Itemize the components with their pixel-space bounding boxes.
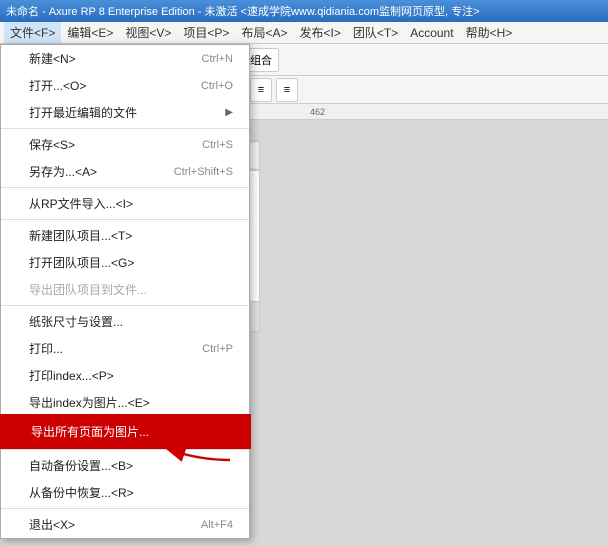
sep-4 (1, 305, 249, 306)
menu-page-size[interactable]: 纸张尺寸与设置... (1, 308, 249, 335)
menu-export-team-label: 导出团队项目到文件... (29, 281, 147, 298)
menu-export-index[interactable]: 导出index为图片...<E> (1, 389, 249, 416)
menu-print-shortcut: Ctrl+P (202, 343, 233, 355)
sep-1 (1, 128, 249, 129)
group-label: 组合 (250, 52, 272, 68)
menu-new-team[interactable]: 新建团队项目...<T> (1, 222, 249, 249)
menu-print-index[interactable]: 打印index...<P> (1, 362, 249, 389)
menu-open-shortcut: Ctrl+O (201, 80, 233, 92)
menu-exit-shortcut: Alt+F4 (201, 519, 233, 531)
menu-print-label: 打印... (29, 340, 63, 357)
menu-save-as[interactable]: 另存为...<A> Ctrl+Shift+S (1, 158, 249, 185)
menu-new[interactable]: 新建<N> Ctrl+N (1, 45, 249, 72)
menu-team[interactable]: 团队<T> (347, 22, 404, 43)
menu-project[interactable]: 项目<P> (177, 22, 235, 43)
menu-print-index-label: 打印index...<P> (29, 367, 114, 384)
menu-restore-backup[interactable]: 从备份中恢复...<R> (1, 479, 249, 506)
menu-exit-label: 退出<X> (29, 516, 75, 533)
menu-exit[interactable]: 退出<X> Alt+F4 (1, 511, 249, 538)
menu-save-as-label: 另存为...<A> (29, 163, 97, 180)
menu-export-index-label: 导出index为图片...<E> (29, 394, 150, 411)
sep-3 (1, 219, 249, 220)
title-text: 未命名 - Axure RP 8 Enterprise Edition - 未激… (6, 3, 480, 19)
ruler-mark-462: 462 (310, 107, 325, 117)
menu-new-shortcut: Ctrl+N (202, 53, 233, 65)
menu-export-all-label: 导出所有页面为图片... (31, 423, 149, 440)
sep-5 (1, 449, 249, 450)
menu-open-team[interactable]: 打开团队项目...<G> (1, 249, 249, 276)
menu-export-all[interactable]: 导出所有页面为图片... (1, 416, 249, 447)
menu-import[interactable]: 从RP文件导入...<I> (1, 190, 249, 217)
title-bar: 未命名 - Axure RP 8 Enterprise Edition - 未激… (0, 0, 608, 22)
menu-new-team-label: 新建团队项目...<T> (29, 227, 132, 244)
menu-page-size-label: 纸张尺寸与设置... (29, 313, 123, 330)
menu-import-label: 从RP文件导入...<I> (29, 195, 133, 212)
menu-help[interactable]: 帮助<H> (460, 22, 519, 43)
arrow-right-icon: ▶ (225, 107, 233, 118)
menu-file[interactable]: 文件<F> (4, 22, 61, 43)
menu-open-team-label: 打开团队项目...<G> (29, 254, 134, 271)
menu-restore-backup-label: 从备份中恢复...<R> (29, 484, 134, 501)
menu-print[interactable]: 打印... Ctrl+P (1, 335, 249, 362)
menu-bar: 文件<F> 编辑<E> 视图<V> 项目<P> 布局<A> 发布<I> 团队<T… (0, 22, 608, 44)
menu-save[interactable]: 保存<S> Ctrl+S (1, 131, 249, 158)
menu-open-recent[interactable]: 打开最近编辑的文件 ▶ (1, 99, 249, 126)
align-center-button[interactable]: ≡ (250, 78, 272, 102)
menu-save-label: 保存<S> (29, 136, 75, 153)
file-menu-dropdown: 新建<N> Ctrl+N 打开...<O> Ctrl+O 打开最近编辑的文件 ▶… (0, 44, 250, 539)
menu-save-as-shortcut: Ctrl+Shift+S (174, 166, 233, 178)
menu-auto-backup[interactable]: 自动备份设置...<B> (1, 452, 249, 479)
menu-publish[interactable]: 发布<I> (293, 22, 346, 43)
menu-account[interactable]: Account (404, 24, 459, 42)
menu-save-shortcut: Ctrl+S (202, 139, 233, 151)
menu-edit[interactable]: 编辑<E> (61, 22, 119, 43)
sep-6 (1, 508, 249, 509)
align-right-button[interactable]: ≡ (276, 78, 298, 102)
menu-auto-backup-label: 自动备份设置...<B> (29, 457, 133, 474)
menu-open-recent-label: 打开最近编辑的文件 (29, 104, 137, 121)
sep-2 (1, 187, 249, 188)
menu-layout[interactable]: 布局<A> (235, 22, 293, 43)
menu-view[interactable]: 视图<V> (119, 22, 177, 43)
menu-export-team: 导出团队项目到文件... (1, 276, 249, 303)
menu-new-label: 新建<N> (29, 50, 76, 67)
menu-open[interactable]: 打开...<O> Ctrl+O (1, 72, 249, 99)
menu-open-label: 打开...<O> (29, 77, 86, 94)
